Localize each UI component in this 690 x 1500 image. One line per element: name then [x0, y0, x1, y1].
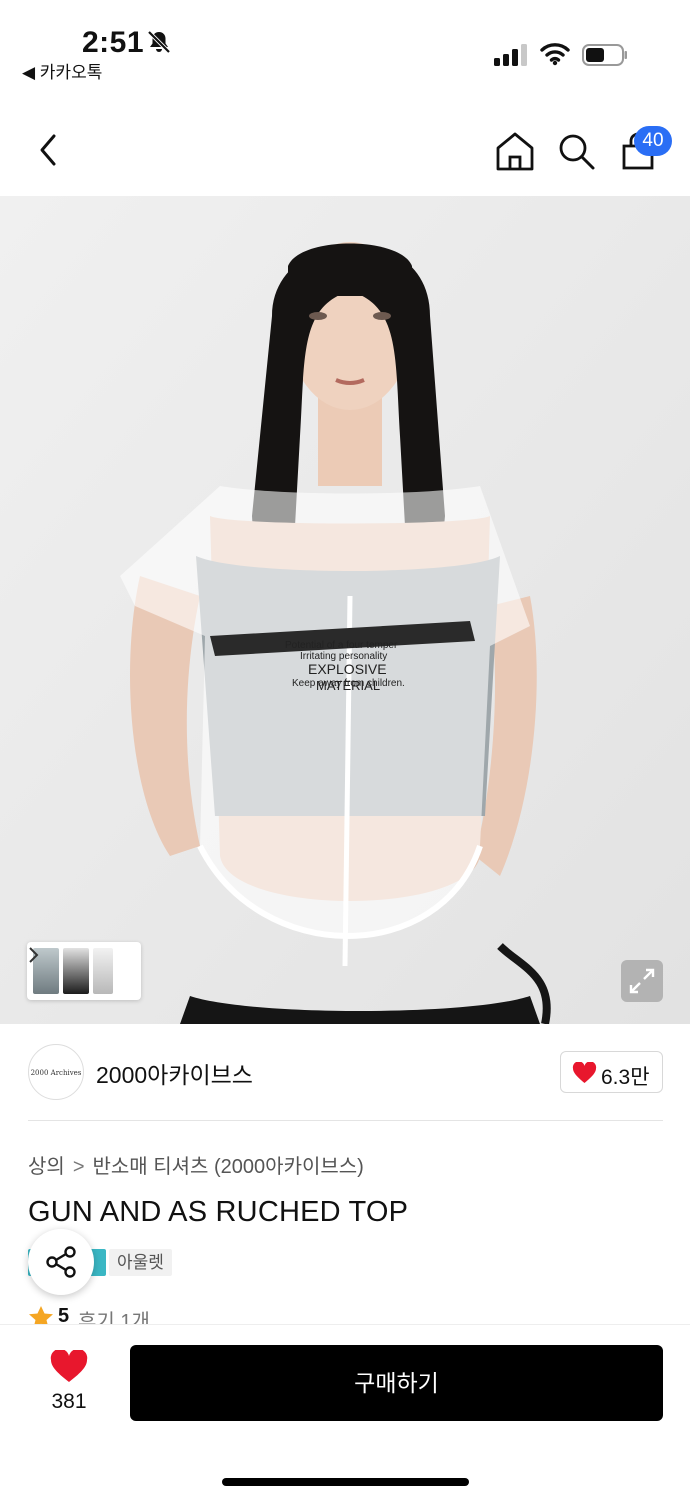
buy-button[interactable]: 구매하기 [130, 1345, 663, 1421]
svg-text:MATERIAL: MATERIAL [316, 678, 380, 693]
svg-text:Potential of a four temper: Potential of a four temper [285, 640, 398, 651]
status-bar: 2:51 ◀ 카카오톡 [0, 0, 690, 96]
outlet-tag: 아울렛 [109, 1249, 172, 1276]
cellular-signal-icon [494, 44, 527, 66]
thumbnail-2[interactable] [63, 948, 89, 994]
expand-icon [629, 968, 655, 994]
back-arrow-icon[interactable] [30, 128, 66, 172]
print-line-1: Potential of a four temper [285, 640, 398, 651]
brand-like-button[interactable]: 6.3만 [560, 1051, 663, 1093]
section-divider [28, 1120, 663, 1121]
thumbnail-3[interactable] [93, 948, 113, 994]
back-to-app-link[interactable]: ◀ 카카오톡 [22, 58, 102, 83]
wishlist-heart-icon[interactable] [50, 1350, 88, 1384]
bell-muted-icon [147, 30, 171, 54]
battery-icon [582, 44, 627, 66]
brand-name[interactable]: 2000아카이브스 [96, 1056, 253, 1090]
print-line-5: MATERIAL [316, 678, 380, 693]
share-button[interactable] [28, 1229, 94, 1295]
model-illustration: Potential of a four temper Irritating pe… [0, 196, 690, 1024]
status-time: 2:51 [82, 26, 145, 59]
breadcrumb-subcategory[interactable]: 반소매 티셔츠 (2000아카이브스) [93, 1156, 364, 1178]
share-icon [46, 1246, 76, 1278]
home-icon[interactable] [494, 130, 536, 172]
brand-logo[interactable]: 2000 Archives [28, 1044, 84, 1100]
print-line-3: EXPLOSIVE [308, 661, 387, 677]
brand-like-count: 6.3만 [601, 1066, 650, 1089]
chevron-right-icon [29, 947, 39, 963]
product-title: GUN AND AS RUCHED TOP [28, 1196, 409, 1228]
product-image[interactable]: Potential of a four temper Irritating pe… [0, 196, 690, 1024]
home-indicator [222, 1478, 469, 1486]
thumbnail-strip[interactable] [27, 942, 141, 1000]
heart-icon [572, 1062, 597, 1083]
svg-text:EXPLOSIVE: EXPLOSIVE [308, 661, 387, 677]
breadcrumb: 상의 > 반소매 티셔츠 (2000아카이브스) [28, 1150, 364, 1179]
wishlist-count: 381 [51, 1390, 87, 1413]
breadcrumb-category[interactable]: 상의 [28, 1156, 65, 1178]
search-icon[interactable] [556, 130, 596, 172]
fullscreen-button[interactable] [621, 960, 663, 1002]
cart-count-badge: 40 [634, 126, 672, 156]
breadcrumb-separator: > [72, 1156, 85, 1178]
wifi-icon [540, 43, 570, 66]
